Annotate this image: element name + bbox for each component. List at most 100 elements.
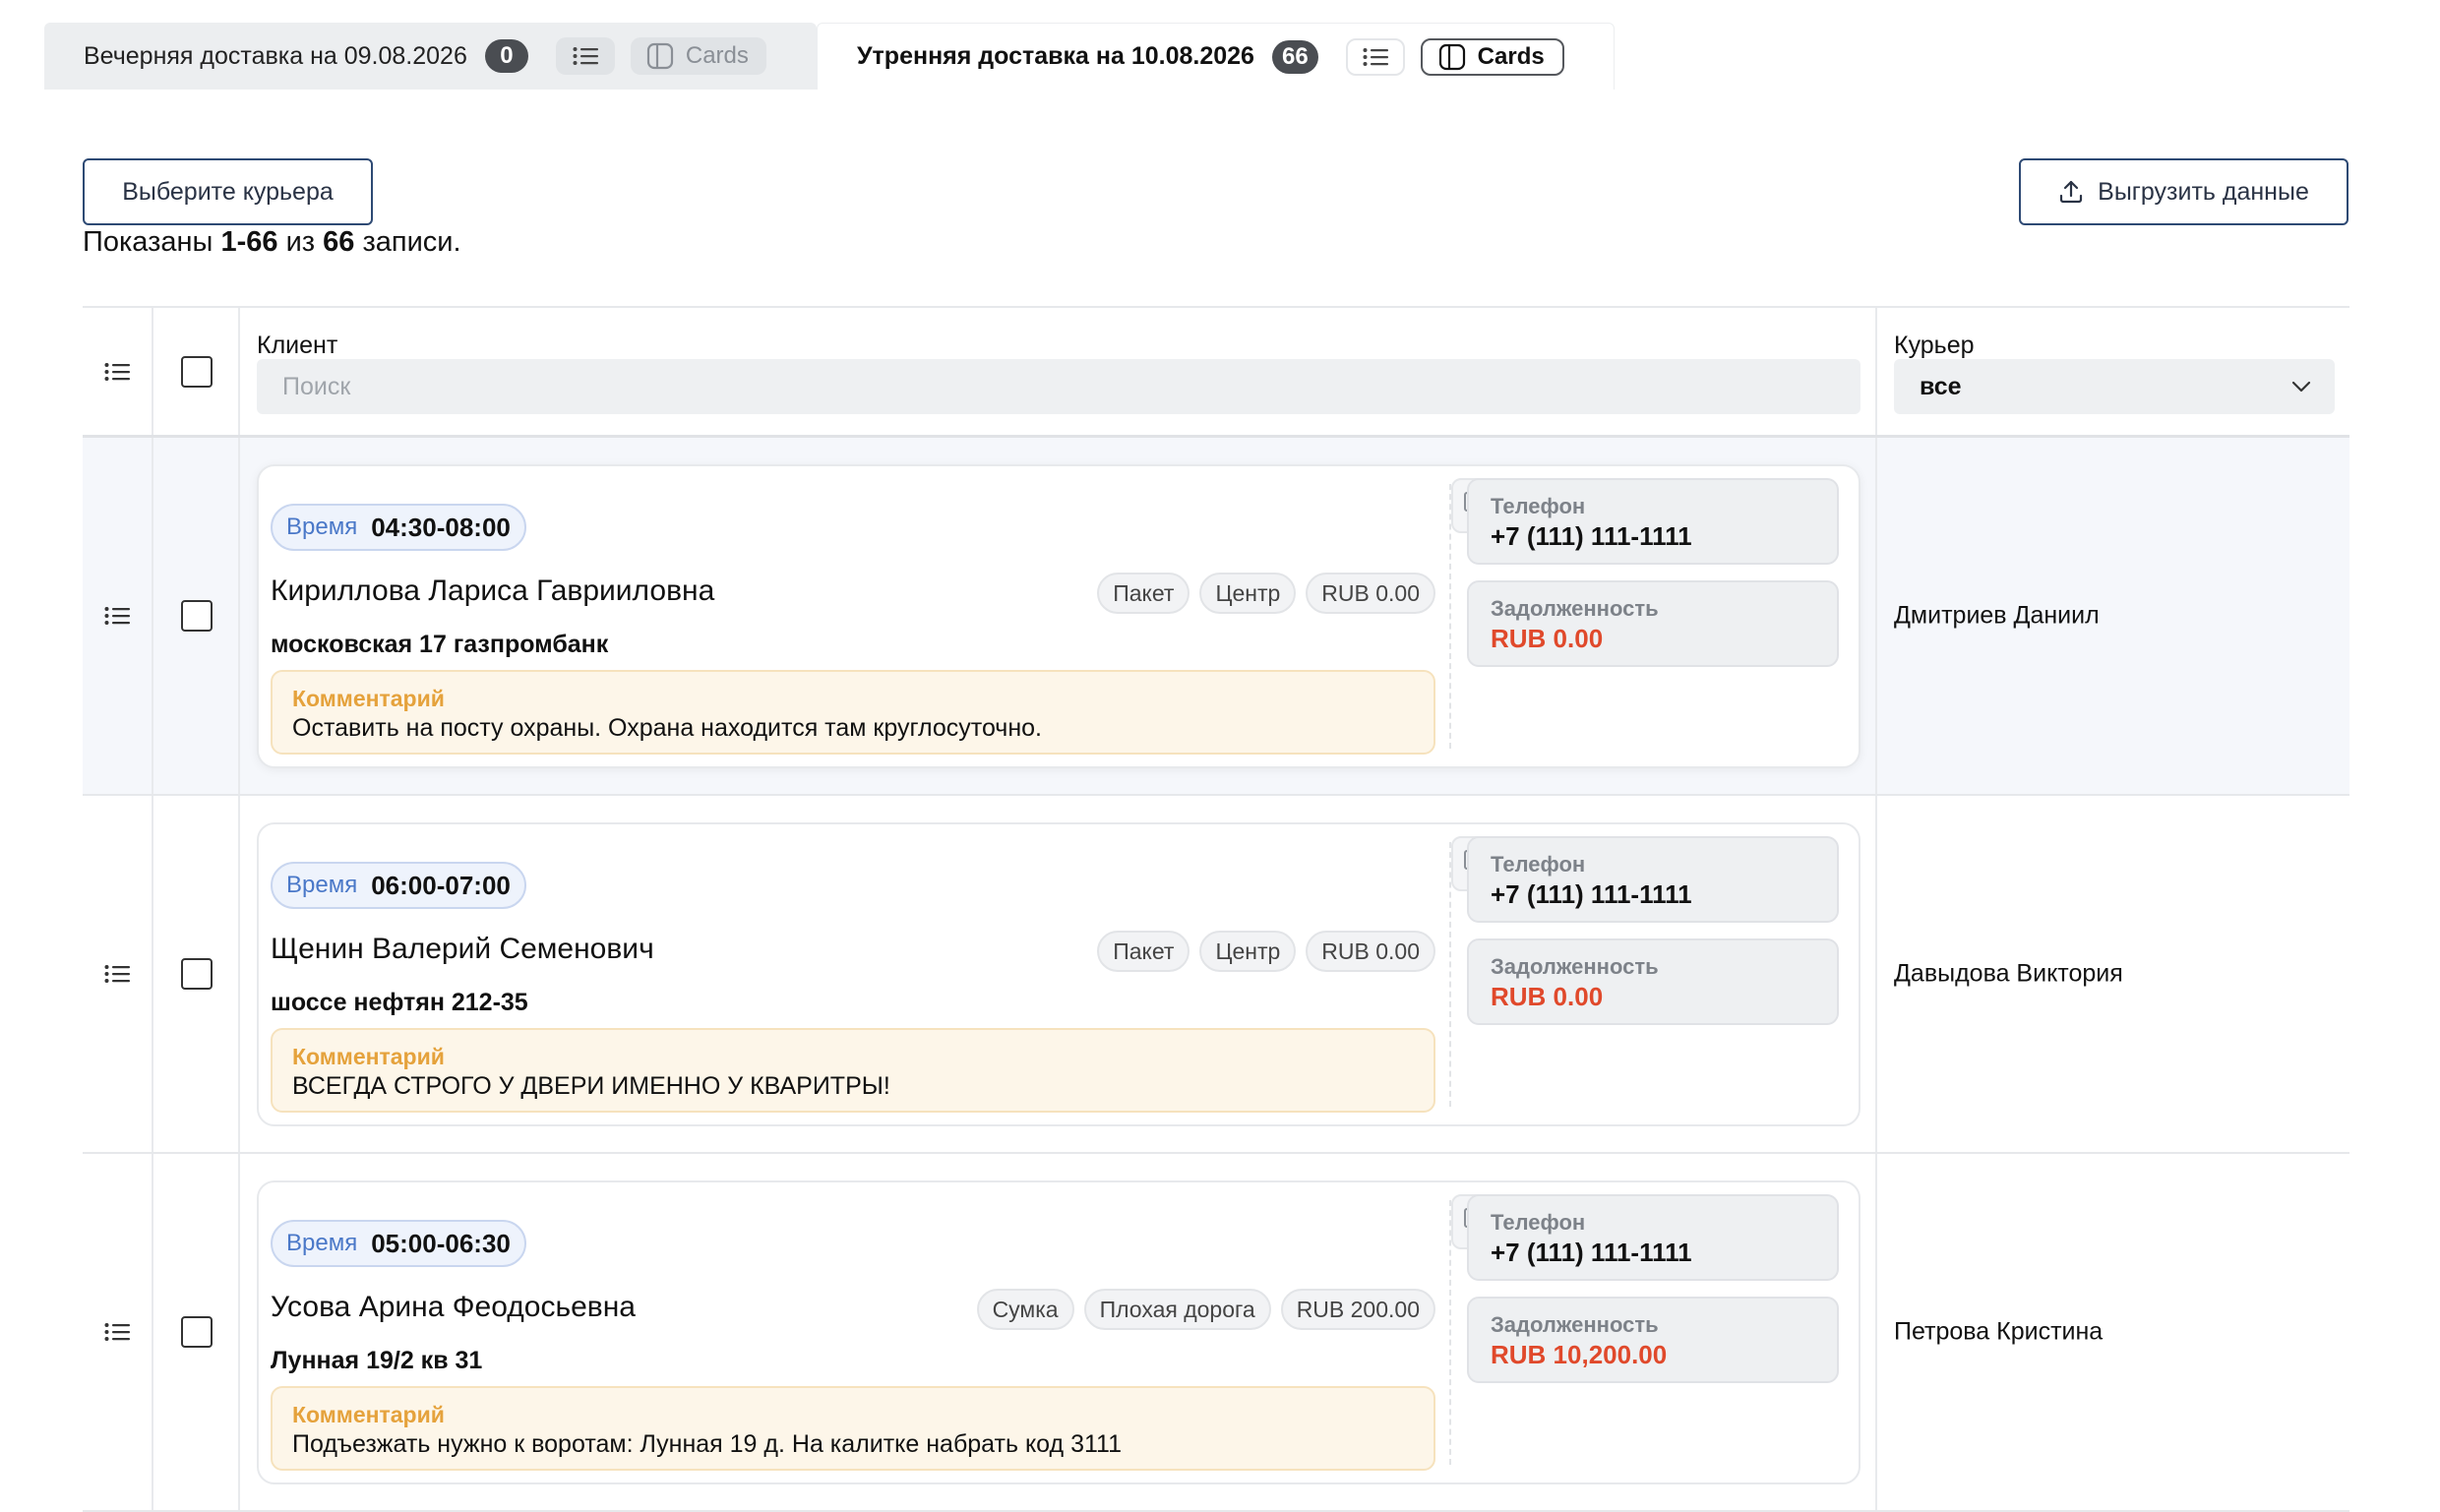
order-tags: Сумка Плохая дорога RUB 200.00 [976, 1289, 1435, 1330]
comment-box: Комментарий Подъезжать нужно к воротам: … [271, 1386, 1435, 1471]
column-divider [152, 796, 153, 1152]
phone-value[interactable]: +7 (111) 111-1111 [1491, 1238, 1815, 1268]
time-window-badge: Время 06:00-07:00 [271, 862, 526, 909]
list-view-button[interactable] [555, 37, 615, 75]
table-row: Время 06:00-07:00 Щенин Валерий Семенови… [83, 796, 2349, 1154]
debt-label: Задолженность [1491, 596, 1659, 621]
debt-label: Задолженность [1491, 954, 1659, 979]
select-courier-button[interactable]: Выберите курьера [83, 158, 373, 225]
orders-table: Клиент Поиск Курьер все Время 04:30-08:0… [83, 306, 2349, 1512]
cards-view-button[interactable]: Cards [630, 37, 766, 75]
courier-filter-select[interactable]: все [1894, 359, 2335, 414]
time-value: 06:00-07:00 [371, 870, 511, 900]
client-column-header: Клиент [257, 332, 338, 359]
courier-filter-value: все [1920, 372, 1962, 400]
comment-text: Подъезжать нужно к воротам: Лунная 19 д.… [292, 1430, 1122, 1458]
tab-morning-delivery[interactable]: Утренняя доставка на 10.08.2026 66 Cards [817, 23, 1615, 90]
cards-icon [1438, 43, 1465, 70]
courier-name: Давыдова Виктория [1894, 959, 2123, 988]
card-divider [1449, 484, 1451, 749]
drag-handle-icon[interactable] [104, 1322, 130, 1342]
debt-box: Задолженность RUB 0.00 [1467, 938, 1839, 1025]
order-tags: Пакет Центр RUB 0.00 [1097, 573, 1435, 614]
tag-badge: Пакет [1097, 931, 1190, 972]
tag-badge: Сумка [976, 1289, 1074, 1330]
column-divider [1875, 438, 1877, 794]
list-view-button[interactable] [1345, 37, 1405, 76]
row-checkbox[interactable] [181, 600, 213, 632]
cards-view-button[interactable]: Cards [1420, 37, 1564, 76]
column-divider [238, 308, 240, 435]
time-label: Время [286, 514, 358, 540]
order-card[interactable]: Время 06:00-07:00 Щенин Валерий Семенови… [257, 822, 1860, 1126]
client-address: московская 17 газпромбанк [271, 631, 609, 658]
phone-label: Телефон [1491, 852, 1586, 877]
summary-range: 1-66 [220, 226, 278, 258]
comment-label: Комментарий [292, 686, 445, 711]
debt-value: RUB 0.00 [1491, 982, 1604, 1011]
summary-total: 66 [323, 226, 355, 258]
cards-icon [646, 42, 673, 70]
debt-value: RUB 0.00 [1491, 624, 1604, 653]
client-search-input[interactable]: Поиск [257, 359, 1860, 414]
tag-badge: Плохая дорога [1083, 1289, 1271, 1330]
column-divider [1875, 796, 1877, 1152]
client-name: Кириллова Лариса Гаврииловна [271, 575, 715, 607]
order-card[interactable]: Время 04:30-08:00 Кириллова Лариса Гаври… [257, 464, 1860, 768]
column-divider [152, 1154, 153, 1510]
order-details: Время 06:00-07:00 Щенин Валерий Семенови… [271, 824, 1506, 1124]
tab-title: Утренняя доставка на 10.08.2026 [857, 42, 1254, 70]
row-checkbox[interactable] [181, 1316, 213, 1348]
time-value: 04:30-08:00 [371, 512, 511, 542]
cards-label: Cards [685, 42, 749, 69]
column-divider [238, 796, 240, 1152]
summary-suffix: записи. [362, 226, 461, 258]
comment-label: Комментарий [292, 1402, 445, 1427]
columns-menu-icon[interactable] [104, 362, 130, 382]
debt-box: Задолженность RUB 0.00 [1467, 580, 1839, 667]
records-summary: Показаны 1-66 из 66 записи. [83, 226, 461, 259]
order-details: Время 04:30-08:00 Кириллова Лариса Гаври… [271, 466, 1506, 766]
column-divider [238, 438, 240, 794]
order-card[interactable]: Время 05:00-06:30 Усова Арина Феодосьевн… [257, 1180, 1860, 1484]
time-label: Время [286, 872, 358, 898]
comment-label: Комментарий [292, 1044, 445, 1069]
comment-text: ВСЕГДА СТРОГО У ДВЕРИ ИМЕННО У КВАРИТРЫ! [292, 1072, 890, 1100]
comment-box: Комментарий ВСЕГДА СТРОГО У ДВЕРИ ИМЕННО… [271, 1028, 1435, 1113]
comment-box: Комментарий Оставить на посту охраны. Ох… [271, 670, 1435, 755]
tab-evening-delivery[interactable]: Вечерняя доставка на 09.08.2026 0 Cards [44, 23, 817, 90]
list-icon [573, 47, 598, 65]
comment-text: Оставить на посту охраны. Охрана находит… [292, 714, 1042, 742]
drag-handle-icon[interactable] [104, 964, 130, 984]
amount-badge: RUB 200.00 [1280, 1289, 1435, 1330]
summary-of: из [285, 226, 316, 258]
table-row: Время 05:00-06:30 Усова Арина Феодосьевн… [83, 1154, 2349, 1512]
cards-label: Cards [1477, 42, 1545, 70]
table-row: Время 04:30-08:00 Кириллова Лариса Гаври… [83, 438, 2349, 796]
courier-name: Дмитриев Даниил [1894, 601, 2100, 630]
summary-prefix: Показаны [83, 226, 214, 258]
column-divider [1875, 1154, 1877, 1510]
row-checkbox[interactable] [181, 958, 213, 990]
phone-box: Телефон +7 (111) 111-1111 [1467, 836, 1839, 923]
select-courier-label: Выберите курьера [122, 177, 334, 206]
courier-column-header: Курьер [1894, 332, 1975, 359]
debt-box: Задолженность RUB 10,200.00 [1467, 1297, 1839, 1383]
export-data-button[interactable]: Выгрузить данные [2019, 158, 2348, 225]
count-badge: 66 [1271, 39, 1318, 74]
drag-handle-icon[interactable] [104, 606, 130, 626]
phone-box: Телефон +7 (111) 111-1111 [1467, 1194, 1839, 1281]
phone-value[interactable]: +7 (111) 111-1111 [1491, 521, 1815, 552]
table-body: Время 04:30-08:00 Кириллова Лариса Гаври… [83, 438, 2349, 1512]
phone-box: Телефон +7 (111) 111-1111 [1467, 478, 1839, 565]
order-details: Время 05:00-06:30 Усова Арина Феодосьевн… [271, 1182, 1506, 1482]
phone-value[interactable]: +7 (111) 111-1111 [1491, 879, 1815, 910]
debt-value: RUB 10,200.00 [1491, 1340, 1668, 1369]
table-header: Клиент Поиск Курьер все [83, 306, 2349, 438]
time-label: Время [286, 1230, 358, 1256]
count-badge: 0 [484, 39, 528, 73]
card-divider [1449, 842, 1451, 1107]
delivery-tabs: Вечерняя доставка на 09.08.2026 0 Cards … [44, 23, 1615, 90]
amount-badge: RUB 0.00 [1306, 931, 1435, 972]
select-all-checkbox[interactable] [181, 355, 213, 388]
